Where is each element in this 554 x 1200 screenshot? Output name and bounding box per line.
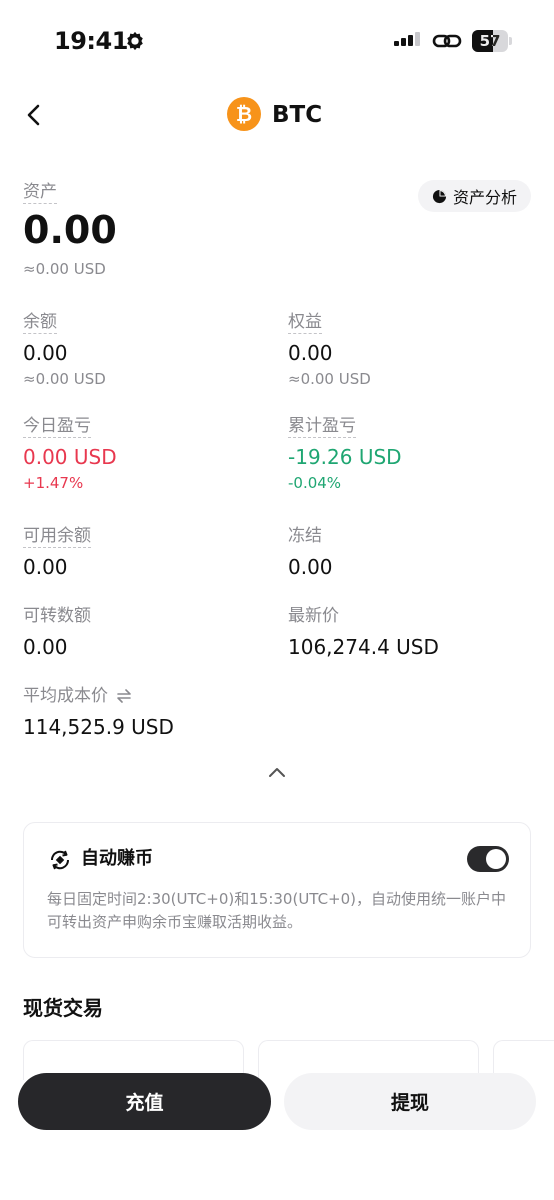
total-pnl-label[interactable]: 累计盈亏 — [288, 415, 356, 438]
chevron-up-icon[interactable] — [266, 764, 288, 780]
pie-chart-icon — [432, 189, 447, 203]
frozen-label: 冻结 — [288, 526, 322, 546]
gear-icon — [127, 31, 143, 51]
auto-earn-title: 自动赚币 — [81, 848, 153, 869]
avg-cost-label: 平均成本价 — [23, 686, 108, 706]
auto-earn-icon — [50, 850, 70, 870]
total-pnl-pct: -0.04% — [288, 474, 342, 492]
assets-value: 0.00 — [23, 208, 117, 252]
balance-usd: ≈0.00 USD — [23, 370, 106, 388]
available-value: 0.00 — [23, 555, 68, 579]
equity-value: 0.00 — [288, 341, 333, 365]
transferable-value: 0.00 — [23, 635, 68, 659]
battery-icon: 57 — [472, 30, 512, 52]
assets-usd: ≈0.00 USD — [23, 260, 106, 278]
today-pnl-label[interactable]: 今日盈亏 — [23, 415, 91, 438]
balance-value: 0.00 — [23, 341, 68, 365]
auto-earn-toggle[interactable] — [467, 846, 509, 872]
link-icon — [432, 34, 462, 48]
back-arrow-icon[interactable] — [24, 102, 44, 128]
btc-logo: ₿ — [227, 97, 261, 131]
total-pnl-value: -19.26 USD — [288, 445, 402, 469]
frozen-value: 0.00 — [288, 555, 333, 579]
assets-label[interactable]: 资产 — [23, 181, 57, 204]
equity-usd: ≈0.00 USD — [288, 370, 371, 388]
today-pnl-value: 0.00 USD — [23, 445, 117, 469]
available-label[interactable]: 可用余额 — [23, 525, 91, 548]
spot-trading-title: 现货交易 — [23, 996, 103, 1020]
balance-label[interactable]: 余额 — [23, 311, 57, 334]
latest-price-label: 最新价 — [288, 606, 339, 626]
asset-analysis-button[interactable]: 资产分析 — [418, 180, 531, 212]
withdraw-button[interactable]: 提现 — [284, 1073, 536, 1130]
auto-earn-description: 每日固定时间2:30(UTC+0)和15:30(UTC+0)，自动使用统一账户中… — [47, 890, 507, 931]
asset-analysis-label: 资产分析 — [452, 188, 517, 207]
equity-label[interactable]: 权益 — [288, 311, 322, 334]
avg-cost-value: 114,525.9 USD — [23, 715, 174, 739]
signal-icon — [394, 32, 420, 46]
swap-icon[interactable] — [116, 689, 132, 703]
toggle-knob — [486, 849, 506, 869]
btc-symbol: ₿ — [235, 101, 253, 126]
status-time: 19:41 — [54, 27, 128, 55]
deposit-button[interactable]: 充值 — [18, 1073, 271, 1130]
latest-price-value: 106,274.4 USD — [288, 635, 439, 659]
transferable-label: 可转数额 — [23, 606, 91, 626]
battery-level: 57 — [479, 32, 501, 50]
today-pnl-pct: +1.47% — [23, 474, 84, 492]
coin-title: BTC — [272, 102, 323, 128]
